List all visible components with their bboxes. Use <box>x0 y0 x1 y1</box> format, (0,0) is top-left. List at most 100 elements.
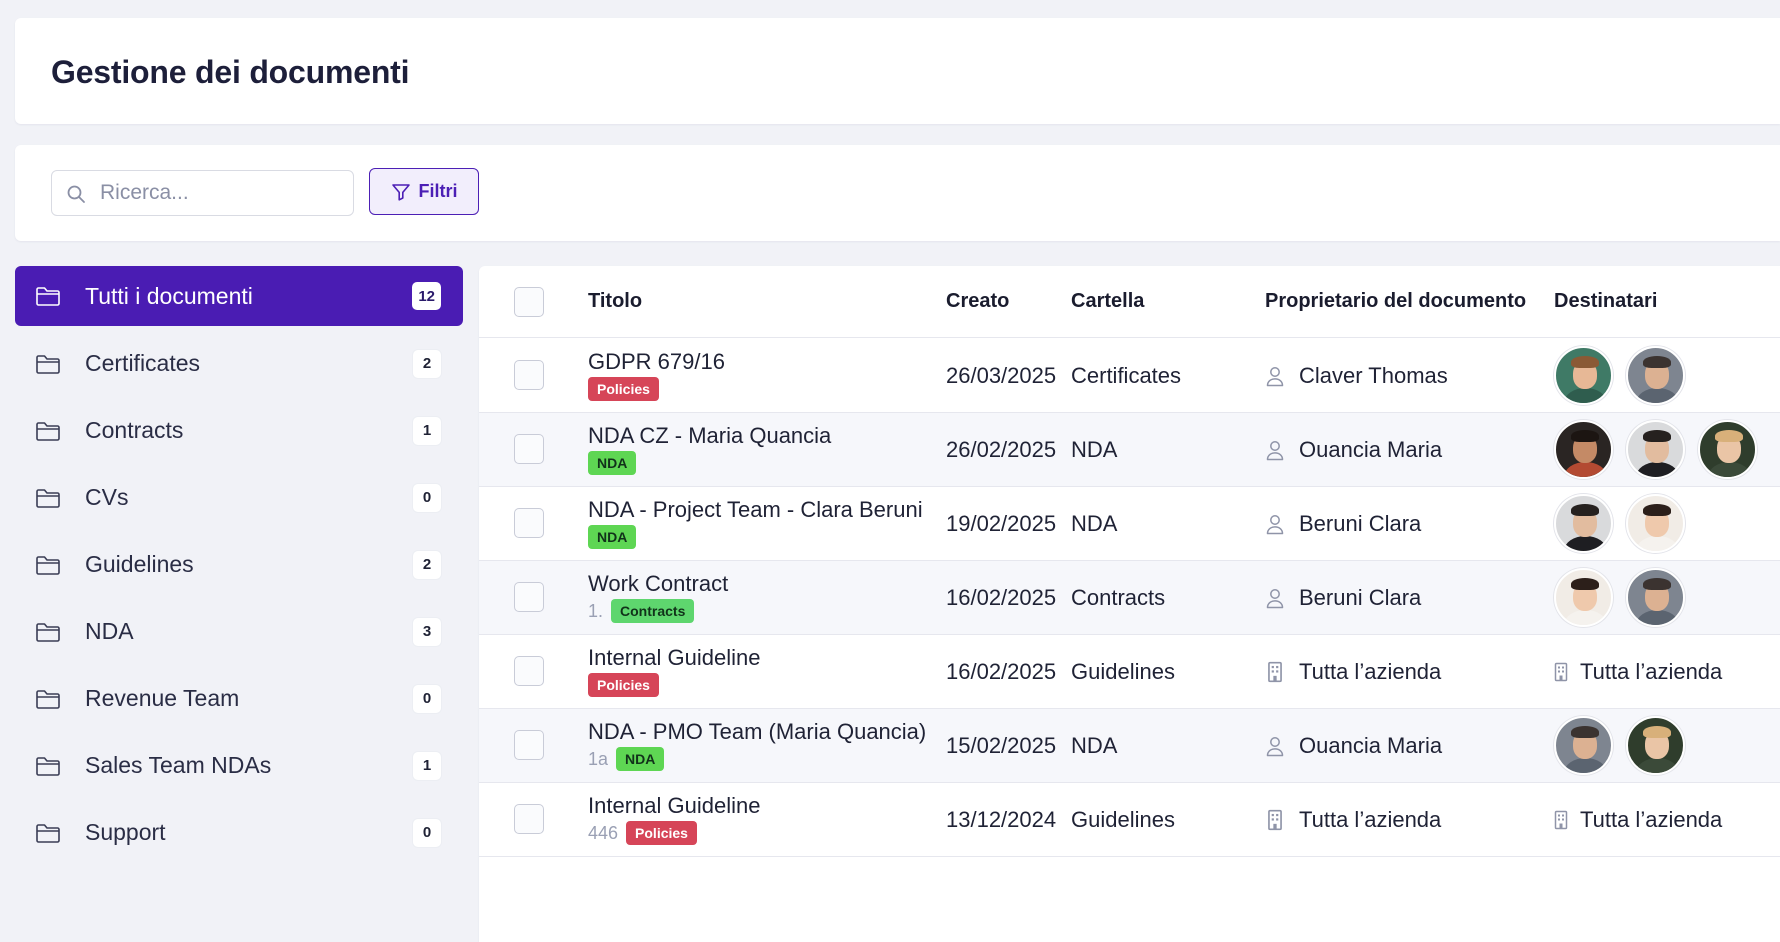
folder-name: Certificates <box>1071 363 1182 388</box>
category-tag: Contracts <box>611 599 695 623</box>
table-row[interactable]: NDA CZ - Maria Quancia NDA 26/02/2025 NDA Ou… <box>479 413 1780 487</box>
folder-label: CVs <box>85 484 129 510</box>
column-header-owner[interactable]: Proprietario del documento <box>1265 290 1526 313</box>
row-checkbox[interactable] <box>514 434 544 464</box>
column-header-created[interactable]: Creato <box>946 290 1009 313</box>
column-header-title[interactable]: Titolo <box>588 290 642 313</box>
recipient-avatar[interactable] <box>1554 716 1613 775</box>
sidebar-folder-item[interactable]: Guidelines 2 <box>15 531 463 598</box>
sidebar-folder-item[interactable]: Tutti i documenti 12 <box>15 266 463 326</box>
document-owner: Tutta l’azienda <box>1265 659 1441 685</box>
table-row[interactable]: NDA - PMO Team (Maria Quancia) 1a NDA 15/02… <box>479 709 1780 783</box>
document-title[interactable]: NDA - Project Team - Clara Beruni <box>588 497 923 523</box>
folder-label: Sales Team NDAs <box>85 752 272 778</box>
folder-icon <box>35 420 61 442</box>
recipient-avatar[interactable] <box>1554 568 1613 627</box>
owner-name: Ouancia Maria <box>1299 437 1443 462</box>
document-title[interactable]: GDPR 679/16 <box>588 349 725 375</box>
created-date: 19/02/2025 <box>946 511 1057 536</box>
folder-icon <box>35 621 61 643</box>
toolbar: Filtri <box>15 145 1780 241</box>
table-row[interactable]: Internal Guideline 446 Policies 13/12/2024 G… <box>479 783 1780 857</box>
created-date: 26/02/2025 <box>946 437 1057 462</box>
folder-count-badge: 1 <box>413 751 441 780</box>
created-date: 16/02/2025 <box>946 585 1057 610</box>
owner-name: Beruni Clara <box>1299 585 1422 610</box>
row-checkbox[interactable] <box>514 804 544 834</box>
document-owner: Beruni Clara <box>1265 585 1421 611</box>
sidebar-folder-item[interactable]: Sales Team NDAs 1 <box>15 732 463 799</box>
table-header: Titolo Creato Cartella Proprietario del … <box>479 266 1780 338</box>
recipient-avatar[interactable] <box>1554 346 1613 405</box>
folder-count-badge: 2 <box>413 349 441 378</box>
row-checkbox[interactable] <box>514 508 544 538</box>
folder-name: Guidelines <box>1071 659 1175 684</box>
sidebar-folder-item[interactable]: CVs 0 <box>15 464 463 531</box>
row-checkbox[interactable] <box>514 582 544 612</box>
document-number: 446 <box>588 822 619 843</box>
search-input[interactable] <box>100 171 340 215</box>
folder-label: NDA <box>85 618 134 644</box>
table-row[interactable]: Internal Guideline Policies 16/02/2025 Guid… <box>479 635 1780 709</box>
filter-icon <box>391 183 410 201</box>
document-title[interactable]: Internal Guideline <box>588 793 760 819</box>
document-title[interactable]: NDA CZ - Maria Quancia <box>588 423 831 449</box>
recipient-avatar[interactable] <box>1626 716 1685 775</box>
folder-name: NDA <box>1071 733 1118 758</box>
recipient-avatar[interactable] <box>1626 346 1685 405</box>
person-icon <box>1265 439 1285 461</box>
row-checkbox[interactable] <box>514 730 544 760</box>
created-date: 13/12/2024 <box>946 807 1057 832</box>
folder-icon <box>35 353 61 375</box>
column-header-recipients[interactable]: Destinatari <box>1554 290 1657 313</box>
category-tag: Policies <box>588 673 659 697</box>
filter-button-label: Filtri <box>418 181 458 201</box>
filter-button[interactable]: Filtri <box>369 168 479 215</box>
recipients-company: Tutta l’azienda <box>1554 659 1722 685</box>
document-owner: Ouancia Maria <box>1265 437 1442 463</box>
sidebar-folder-item[interactable]: NDA 3 <box>15 598 463 665</box>
sidebar-folder-item[interactable]: Support 0 <box>15 799 463 866</box>
person-icon <box>1265 365 1285 387</box>
document-title[interactable]: NDA - PMO Team (Maria Quancia) <box>588 719 926 745</box>
document-number: 1a <box>588 748 609 769</box>
table-row[interactable]: GDPR 679/16 Policies 26/03/2025 Certificate… <box>479 339 1780 413</box>
folder-count-badge: 0 <box>413 684 441 713</box>
recipient-avatar[interactable] <box>1626 420 1685 479</box>
category-tag: Policies <box>626 821 697 845</box>
folder-label: Tutti i documenti <box>85 282 253 309</box>
folder-icon <box>35 688 61 710</box>
recipients-list <box>1554 494 1685 553</box>
search-box[interactable] <box>51 170 354 216</box>
document-title[interactable]: Work Contract <box>588 571 728 597</box>
page-header: Gestione dei documenti <box>15 18 1780 124</box>
document-meta: Policies <box>588 673 659 697</box>
table-row[interactable]: Work Contract 1. Contracts 16/02/2025 Contra… <box>479 561 1780 635</box>
table-row[interactable]: NDA - Project Team - Clara Beruni NDA 19/0… <box>479 487 1780 561</box>
row-checkbox[interactable] <box>514 360 544 390</box>
category-tag: NDA <box>588 525 637 549</box>
building-icon <box>1265 809 1285 831</box>
select-all-checkbox[interactable] <box>514 287 544 317</box>
folder-count-badge: 0 <box>413 483 441 512</box>
row-checkbox[interactable] <box>514 656 544 686</box>
document-owner: Claver Thomas <box>1265 363 1448 389</box>
document-meta: Policies <box>588 377 659 401</box>
recipient-avatar[interactable] <box>1698 420 1757 479</box>
recipient-avatar[interactable] <box>1626 568 1685 627</box>
document-title[interactable]: Internal Guideline <box>588 645 760 671</box>
owner-name: Tutta l’azienda <box>1299 659 1442 684</box>
column-header-folder[interactable]: Cartella <box>1071 290 1144 313</box>
sidebar-folder-item[interactable]: Revenue Team 0 <box>15 665 463 732</box>
recipients-label: Tutta l’azienda <box>1580 807 1723 832</box>
folder-count-badge: 12 <box>412 282 441 310</box>
sidebar-folder-item[interactable]: Contracts 1 <box>15 397 463 464</box>
recipient-avatar[interactable] <box>1554 494 1613 553</box>
sidebar-folder-item[interactable]: Certificates 2 <box>15 330 463 397</box>
folder-icon <box>35 822 61 844</box>
recipients-list <box>1554 346 1685 405</box>
recipients-list <box>1554 568 1685 627</box>
recipient-avatar[interactable] <box>1626 494 1685 553</box>
recipient-avatar[interactable] <box>1554 420 1613 479</box>
recipients-label: Tutta l’azienda <box>1580 659 1723 684</box>
